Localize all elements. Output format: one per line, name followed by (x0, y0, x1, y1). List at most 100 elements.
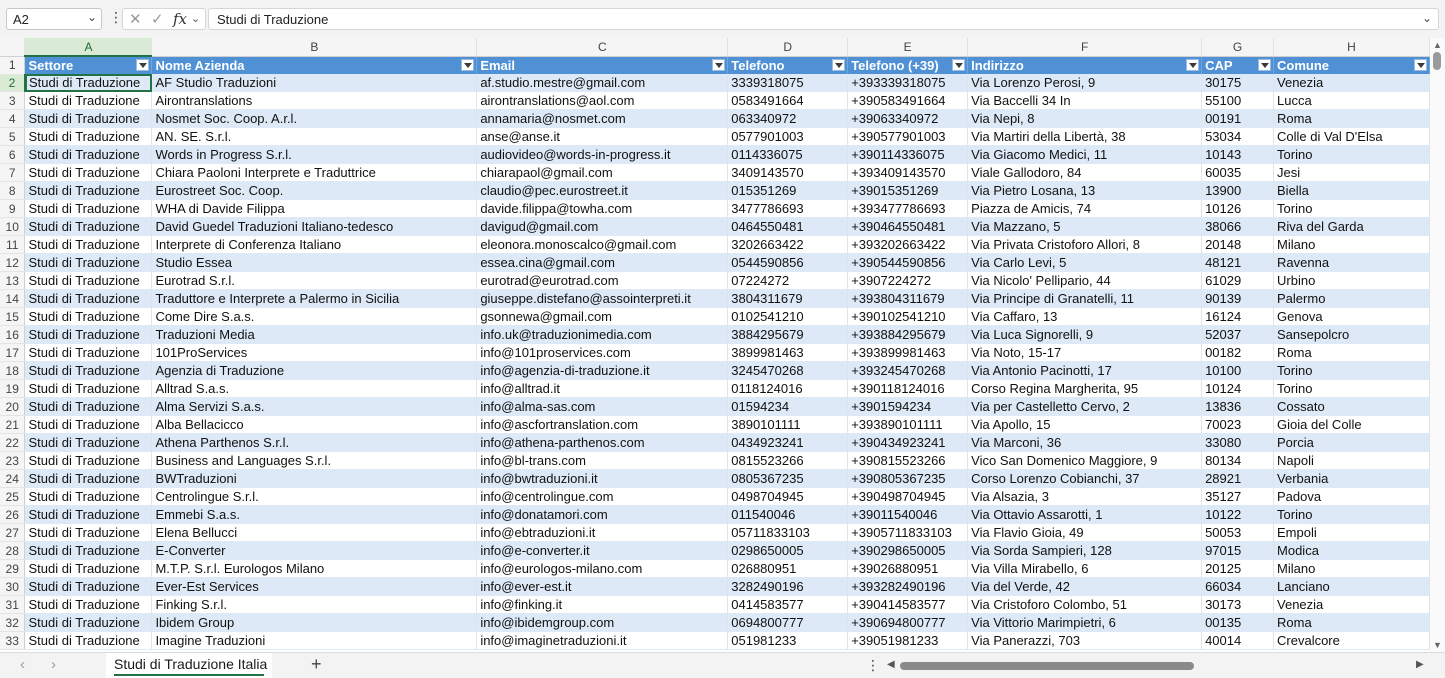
chevron-down-icon[interactable]: ⌄ (191, 12, 200, 25)
cell[interactable]: Studi di Traduzione (24, 613, 153, 632)
cell[interactable]: Vico San Domenico Maggiore, 9 (967, 451, 1203, 470)
table-header-telefono-39[interactable]: Telefono (+39) (847, 56, 969, 74)
cell[interactable]: 70023 (1201, 415, 1275, 434)
column-header-a[interactable]: A (24, 38, 153, 57)
cell[interactable]: info@donatamori.com (476, 505, 729, 524)
cell[interactable]: Lucca (1273, 91, 1430, 110)
cell[interactable]: Torino (1273, 199, 1430, 218)
cell[interactable]: Interprete di Conferenza Italiano (151, 235, 478, 254)
cell[interactable]: Via Nicolo' Pellipario, 44 (967, 271, 1203, 290)
row-number[interactable]: 6 (0, 145, 26, 164)
column-header-g[interactable]: G (1201, 38, 1275, 57)
row-number[interactable]: 1 (0, 56, 26, 75)
cell[interactable]: 0583491664 (727, 91, 849, 110)
row-number[interactable]: 14 (0, 289, 26, 308)
cell[interactable]: 015351269 (727, 181, 849, 200)
row-number[interactable]: 20 (0, 397, 26, 416)
table-header-comune[interactable]: Comune (1273, 56, 1430, 74)
row-number[interactable]: 12 (0, 253, 26, 272)
name-box[interactable]: A2 ⌄ (6, 8, 102, 30)
cell[interactable]: Ravenna (1273, 253, 1430, 272)
cell[interactable]: 90139 (1201, 289, 1275, 308)
cell[interactable]: +390434923241 (847, 433, 969, 452)
cell[interactable]: +390583491664 (847, 91, 969, 110)
cell[interactable]: Studi di Traduzione (24, 505, 153, 524)
row-number[interactable]: 18 (0, 361, 26, 380)
cell[interactable]: Genova (1273, 307, 1430, 326)
row-number[interactable]: 32 (0, 613, 26, 632)
cell[interactable]: Studi di Traduzione (24, 469, 153, 488)
cell[interactable]: +390114336075 (847, 145, 969, 164)
cell[interactable]: Roma (1273, 613, 1430, 632)
scroll-down-icon[interactable]: ▼ (1433, 640, 1442, 650)
cell[interactable]: Torino (1273, 379, 1430, 398)
row-number[interactable]: 4 (0, 109, 26, 128)
cell[interactable]: info@centrolingue.com (476, 487, 729, 506)
row-number[interactable]: 24 (0, 469, 26, 488)
cell[interactable]: 30175 (1201, 74, 1275, 92)
cell[interactable]: chiarapaol@gmail.com (476, 163, 729, 182)
plus-icon[interactable]: + (311, 654, 322, 675)
cell[interactable]: Via Pietro Losana, 13 (967, 181, 1203, 200)
cell[interactable]: Studi di Traduzione (24, 451, 153, 470)
cell[interactable]: BWTraduzioni (151, 469, 478, 488)
cell[interactable]: 97015 (1201, 541, 1275, 560)
cell[interactable]: Venezia (1273, 74, 1430, 92)
cell[interactable]: 55100 (1201, 91, 1275, 110)
cell[interactable]: +393202663422 (847, 235, 969, 254)
cell[interactable]: 13836 (1201, 397, 1275, 416)
column-header-d[interactable]: D (727, 38, 849, 57)
horizontal-scrollbar[interactable] (900, 662, 1410, 670)
cell[interactable]: Eurostreet Soc. Coop. (151, 181, 478, 200)
cell[interactable]: +390118124016 (847, 379, 969, 398)
cell[interactable]: 051981233 (727, 631, 849, 650)
cell[interactable]: Roma (1273, 343, 1430, 362)
cell[interactable]: Jesi (1273, 163, 1430, 182)
cell[interactable]: Torino (1273, 505, 1430, 524)
cell[interactable]: David Guedel Traduzioni Italiano-tedesco (151, 217, 478, 236)
row-number[interactable]: 25 (0, 487, 26, 506)
row-number[interactable]: 2 (0, 74, 26, 92)
cell[interactable]: 10122 (1201, 505, 1275, 524)
cell[interactable]: Studi di Traduzione (24, 199, 153, 218)
cell[interactable]: Studi di Traduzione (24, 577, 153, 596)
cell[interactable]: Ibidem Group (151, 613, 478, 632)
more-options-icon[interactable]: ⋮ (866, 657, 880, 674)
cell[interactable]: Studi di Traduzione (24, 541, 153, 560)
row-number[interactable]: 23 (0, 451, 26, 470)
cell[interactable]: +39015351269 (847, 181, 969, 200)
column-header-e[interactable]: E (847, 38, 969, 57)
cell[interactable]: 50053 (1201, 523, 1275, 542)
cell[interactable]: Studi di Traduzione (24, 74, 153, 92)
previous-sheet-icon[interactable]: ‹ (20, 656, 25, 673)
cell[interactable]: Viale Gallodoro, 84 (967, 163, 1203, 182)
cell[interactable]: Traduttore e Interprete a Palermo in Sic… (151, 289, 478, 308)
row-number[interactable]: 7 (0, 163, 26, 182)
cell[interactable]: Chiara Paoloni Interprete e Traduttrice (151, 163, 478, 182)
cell[interactable]: 3409143570 (727, 163, 849, 182)
chevron-down-icon[interactable]: ⌄ (87, 10, 97, 24)
cell[interactable]: Via per Castelletto Cervo, 2 (967, 397, 1203, 416)
cell[interactable]: 3245470268 (727, 361, 849, 380)
cell[interactable]: Agenzia di Traduzione (151, 361, 478, 380)
cell[interactable]: info@eurologos-milano.com (476, 559, 729, 578)
cell[interactable]: Via Vittorio Marimpietri, 6 (967, 613, 1203, 632)
cell[interactable]: Via Antonio Pacinotti, 17 (967, 361, 1203, 380)
cell[interactable]: 0434923241 (727, 433, 849, 452)
cell[interactable]: 52037 (1201, 325, 1275, 344)
cell[interactable]: Via del Verde, 42 (967, 577, 1203, 596)
cell[interactable]: gsonnewa@gmail.com (476, 307, 729, 326)
row-number[interactable]: 31 (0, 595, 26, 614)
cell[interactable]: +390498704945 (847, 487, 969, 506)
cell[interactable]: Studi di Traduzione (24, 523, 153, 542)
cell[interactable]: 3804311679 (727, 289, 849, 308)
cell[interactable]: info@e-converter.it (476, 541, 729, 560)
cell[interactable]: +390464550481 (847, 217, 969, 236)
cell[interactable]: 10126 (1201, 199, 1275, 218)
cell[interactable]: 66034 (1201, 577, 1275, 596)
cell[interactable]: eleonora.monoscalco@gmail.com (476, 235, 729, 254)
cell[interactable]: 48121 (1201, 253, 1275, 272)
cell[interactable]: AF Studio Traduzioni (151, 74, 478, 92)
cell[interactable]: 30173 (1201, 595, 1275, 614)
cell[interactable]: af.studio.mestre@gmail.com (476, 74, 729, 92)
